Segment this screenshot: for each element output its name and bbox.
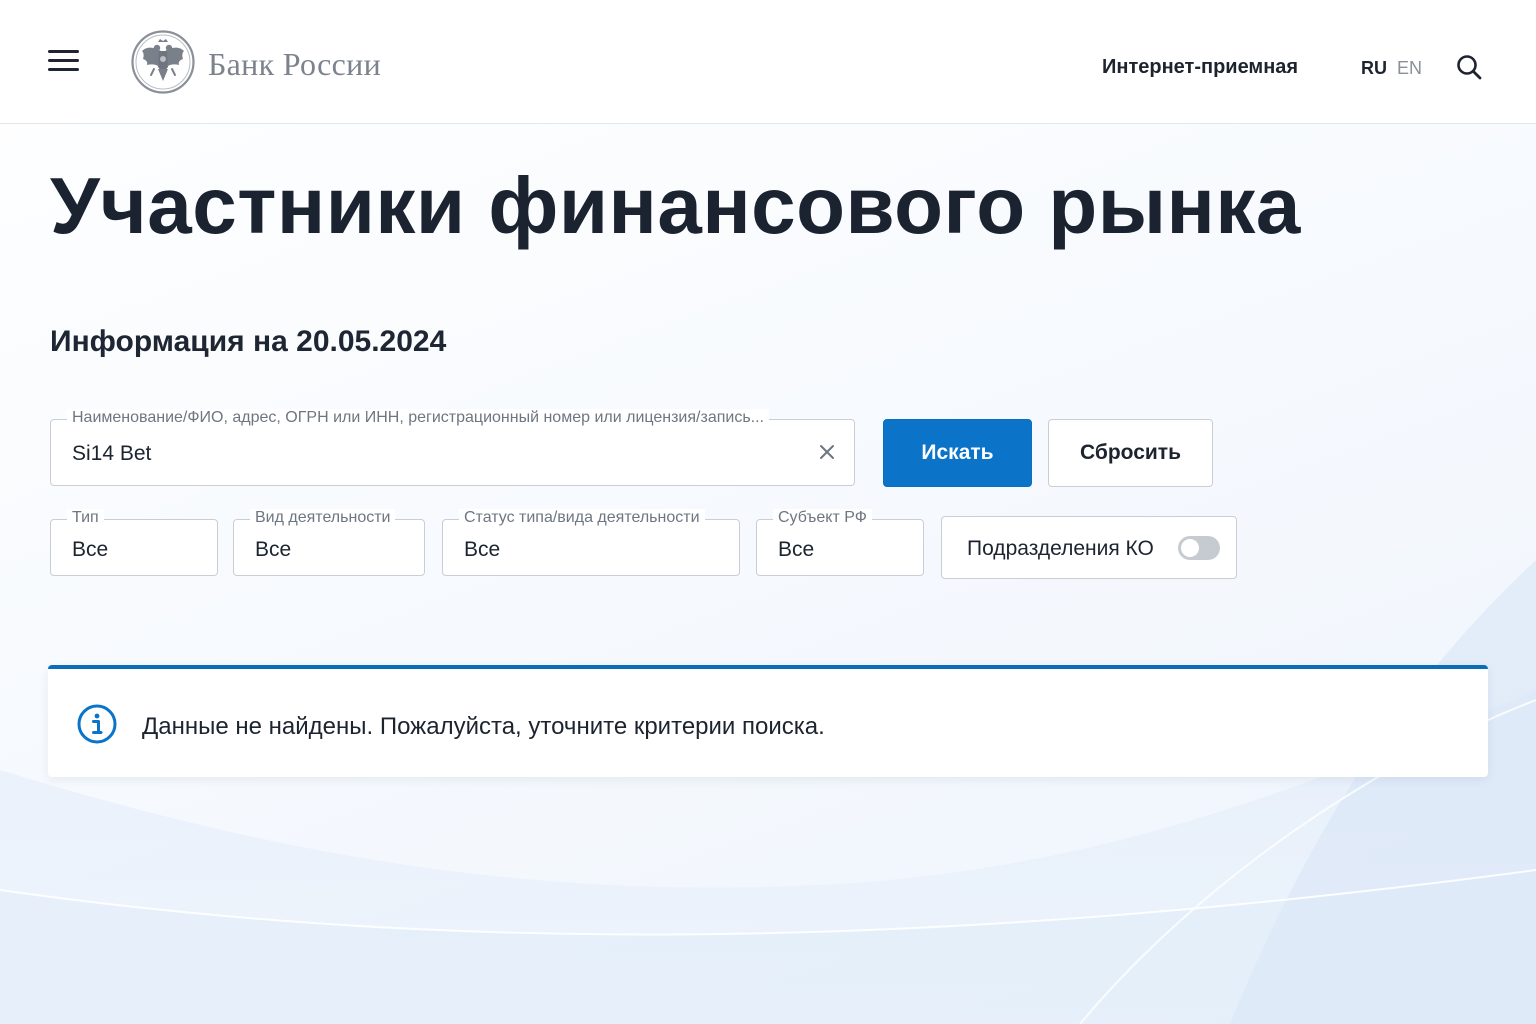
hamburger-menu-icon[interactable]: [46, 48, 82, 76]
info-date-heading: Информация на 20.05.2024: [50, 325, 447, 358]
language-ru[interactable]: RU: [1361, 58, 1387, 79]
search-button[interactable]: Искать: [883, 419, 1032, 487]
search-input-label: Наименование/ФИО, адрес, ОГРН или ИНН, р…: [67, 409, 769, 427]
close-icon[interactable]: [818, 443, 836, 461]
filter-type-select[interactable]: Тип Все: [50, 509, 218, 576]
filter-activity-select[interactable]: Вид деятельности Все: [233, 509, 425, 576]
language-en[interactable]: EN: [1397, 58, 1422, 79]
filter-status-select[interactable]: Статус типа/вида деятельности Все: [442, 509, 740, 576]
reset-button[interactable]: Сбросить: [1048, 419, 1213, 487]
info-icon: [77, 704, 117, 744]
filter-activity-value: Все: [255, 538, 292, 561]
filter-activity-label: Вид деятельности: [250, 509, 396, 527]
nav-link-internet-reception[interactable]: Интернет-приемная: [1102, 56, 1298, 79]
search-icon[interactable]: [1454, 52, 1484, 82]
filter-type-value: Все: [72, 538, 109, 561]
filter-region-value: Все: [778, 538, 815, 561]
filter-region-label: Субъект РФ: [773, 509, 872, 527]
alert-message: Данные не найдены. Пожалуйста, уточните …: [142, 713, 825, 740]
search-input[interactable]: Наименование/ФИО, адрес, ОГРН или ИНН, р…: [50, 409, 855, 486]
filter-status-label: Статус типа/вида деятельности: [459, 509, 705, 527]
branches-toggle-switch[interactable]: [1178, 536, 1220, 560]
search-input-value[interactable]: Si14 Bet: [72, 442, 151, 466]
background-decoration: [0, 560, 1536, 1024]
filter-status-value: Все: [464, 538, 501, 561]
branches-toggle-container[interactable]: Подразделения КО: [941, 516, 1237, 579]
branches-toggle-label: Подразделения КО: [967, 537, 1154, 560]
bank-of-russia-emblem-icon[interactable]: [130, 29, 196, 95]
filter-region-select[interactable]: Субъект РФ Все: [756, 509, 924, 576]
site-header: Банк России Интернет-приемная RU EN: [0, 0, 1536, 124]
toggle-knob: [1181, 539, 1199, 557]
logo-text[interactable]: Банк России: [208, 46, 381, 83]
page-title: Участники финансового рынка: [50, 161, 1301, 250]
no-results-alert: Данные не найдены. Пожалуйста, уточните …: [48, 665, 1488, 777]
filter-type-label: Тип: [67, 509, 104, 527]
